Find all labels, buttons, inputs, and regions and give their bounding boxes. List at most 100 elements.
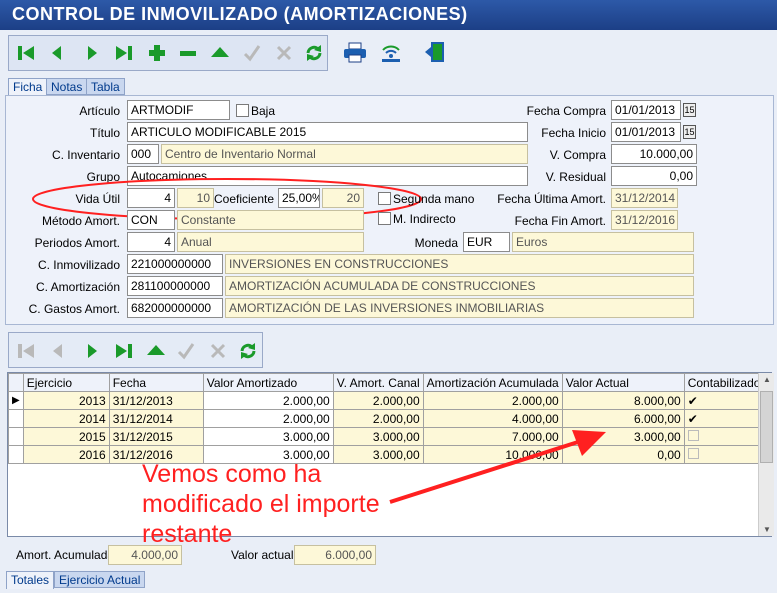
valor-actual-label: Valor actual bbox=[231, 548, 294, 562]
v-compra-field[interactable]: 10.000,00 bbox=[611, 144, 697, 164]
amort-acumulada-label: Amort. Acumulada bbox=[16, 548, 115, 562]
refresh-icon[interactable] bbox=[235, 338, 261, 364]
tab-tabla[interactable]: Tabla bbox=[86, 78, 125, 95]
fecha-compra-label: Fecha Compra bbox=[526, 104, 606, 118]
empty-checkbox bbox=[687, 429, 699, 441]
calendar-icon[interactable]: 15 bbox=[683, 103, 696, 117]
check-icon: ✔ bbox=[687, 411, 698, 426]
fecha-inicio-label: Fecha Inicio bbox=[541, 126, 606, 140]
fecha-compra-field[interactable]: 01/01/2013 bbox=[611, 100, 681, 120]
moneda-label: Moneda bbox=[414, 236, 458, 250]
prev-record-button[interactable] bbox=[44, 40, 70, 66]
scroll-thumb[interactable] bbox=[760, 391, 773, 463]
last-record-button[interactable] bbox=[111, 40, 137, 66]
contabilizado-checkbox[interactable] bbox=[683, 445, 765, 464]
moneda-code[interactable]: EUR bbox=[463, 232, 510, 252]
cell-fecha: 31/12/2013 bbox=[108, 391, 204, 410]
edit-button[interactable] bbox=[207, 40, 233, 66]
prev-record-button[interactable] bbox=[45, 338, 71, 364]
cancel-icon[interactable] bbox=[271, 40, 297, 66]
periodos-amort-name: Anual bbox=[177, 232, 364, 252]
c-inmovilizado-code[interactable]: 221000000000 bbox=[127, 254, 223, 274]
contabilizado-checkbox[interactable]: ✔ bbox=[683, 409, 765, 428]
last-record-button[interactable] bbox=[111, 338, 137, 364]
c-amortizacion-name: AMORTIZACIÓN ACUMULADA DE CONSTRUCCIONES bbox=[225, 276, 694, 296]
print-icon[interactable] bbox=[342, 39, 368, 65]
articulo-field[interactable]: ARTMODIF bbox=[127, 100, 230, 120]
row-indicator bbox=[8, 445, 24, 464]
periodos-amort-label: Periodos Amort. bbox=[34, 236, 120, 250]
segunda-mano-checkbox[interactable] bbox=[378, 192, 391, 205]
c-inmovilizado-label: C. Inmovilizado bbox=[37, 258, 120, 272]
add-button[interactable] bbox=[144, 40, 170, 66]
next-record-button[interactable] bbox=[79, 338, 105, 364]
c-gastos-amort-code[interactable]: 682000000000 bbox=[127, 298, 223, 318]
delete-button[interactable] bbox=[175, 40, 201, 66]
grid-toolbar bbox=[8, 332, 263, 368]
edit-button[interactable] bbox=[143, 338, 169, 364]
periodos-amort-field[interactable]: 4 bbox=[127, 232, 175, 252]
main-toolbar bbox=[8, 35, 328, 71]
c-inventario-name: Centro de Inventario Normal bbox=[161, 144, 528, 164]
c-inmovilizado-name: INVERSIONES EN CONSTRUCCIONES bbox=[225, 254, 694, 274]
vertical-scrollbar[interactable]: ▲ ▼ bbox=[758, 373, 774, 536]
check-icon: ✔ bbox=[687, 393, 698, 408]
empty-checkbox bbox=[687, 447, 699, 459]
baja-checkbox[interactable] bbox=[236, 104, 249, 117]
c-gastos-amort-name: AMORTIZACIÓN DE LAS INVERSIONES INMOBILI… bbox=[225, 298, 694, 318]
col-fecha[interactable]: Fecha bbox=[108, 373, 204, 392]
c-amortizacion-label: C. Amortización bbox=[35, 280, 120, 294]
c-amortizacion-code[interactable]: 281100000000 bbox=[127, 276, 223, 296]
contabilizado-checkbox[interactable] bbox=[683, 427, 765, 446]
row-indicator-header bbox=[8, 373, 24, 392]
m-indirecto-checkbox[interactable] bbox=[378, 212, 391, 225]
wireless-icon[interactable] bbox=[378, 39, 404, 65]
v-residual-field[interactable]: 0,00 bbox=[611, 166, 697, 186]
scroll-up-icon[interactable]: ▲ bbox=[763, 375, 771, 384]
fecha-inicio-field[interactable]: 01/01/2013 bbox=[611, 122, 681, 142]
c-inventario-code[interactable]: 000 bbox=[127, 144, 159, 164]
col-valor-amortizado[interactable]: Valor Amortizado bbox=[202, 373, 334, 392]
cell-ejercicio: 2015 bbox=[22, 427, 110, 446]
refresh-icon[interactable] bbox=[301, 40, 327, 66]
cell-ejercicio: 2013 bbox=[22, 391, 110, 410]
cell-valor-actual: 8.000,00 bbox=[561, 391, 685, 410]
cancel-icon[interactable] bbox=[205, 338, 231, 364]
tab-ejercicio-actual[interactable]: Ejercicio Actual bbox=[54, 571, 146, 588]
col-valor-actual[interactable]: Valor Actual bbox=[561, 373, 685, 392]
cell-fecha: 31/12/2014 bbox=[108, 409, 204, 428]
tab-totales[interactable]: Totales bbox=[6, 571, 55, 589]
tab-notas[interactable]: Notas bbox=[46, 78, 88, 95]
annotation-line-1: Vemos como ha bbox=[142, 460, 322, 488]
first-record-button[interactable] bbox=[13, 40, 39, 66]
exit-door-icon[interactable] bbox=[422, 39, 448, 65]
col-ejercicio[interactable]: Ejercicio bbox=[22, 373, 110, 392]
contabilizado-checkbox[interactable]: ✔ bbox=[683, 391, 765, 410]
cell-valor-amortizado[interactable]: 3.000,00 bbox=[202, 427, 334, 446]
v-residual-label: V. Residual bbox=[545, 170, 606, 184]
titulo-field[interactable]: ARTICULO MODIFICABLE 2015 bbox=[127, 122, 528, 142]
cell-v-amort-canal: 2.000,00 bbox=[332, 391, 424, 410]
table-row[interactable]: ▶ 2013 31/12/2013 2.000,00 2.000,00 2.00… bbox=[8, 391, 765, 410]
baja-label: Baja bbox=[251, 104, 276, 118]
col-v-amort-canal[interactable]: V. Amort. Canal bbox=[332, 373, 424, 392]
next-record-button[interactable] bbox=[79, 40, 105, 66]
cell-valor-amortizado[interactable]: 2.000,00 bbox=[202, 409, 334, 428]
titulo-label: Título bbox=[89, 126, 120, 140]
segunda-mano-label: Segunda mano bbox=[393, 192, 475, 206]
fecha-fin-amort-label: Fecha Fin Amort. bbox=[514, 214, 606, 228]
col-contabilizado[interactable]: Contabilizado bbox=[683, 373, 765, 392]
metodo-amort-code[interactable]: CON bbox=[127, 210, 175, 230]
cell-valor-amortizado[interactable]: 2.000,00 bbox=[202, 391, 334, 410]
tab-ficha[interactable]: Ficha bbox=[8, 78, 48, 96]
window-title: CONTROL DE INMOVILIZADO (AMORTIZACIONES) bbox=[0, 0, 777, 30]
accept-icon[interactable] bbox=[173, 338, 199, 364]
c-gastos-amort-label: C. Gastos Amort. bbox=[28, 302, 120, 316]
first-record-button[interactable] bbox=[13, 338, 39, 364]
v-compra-label: V. Compra bbox=[549, 148, 606, 162]
annotation-line-2: modificado el importe bbox=[142, 490, 380, 518]
calendar-icon[interactable]: 15 bbox=[683, 125, 696, 139]
scroll-down-icon[interactable]: ▼ bbox=[763, 525, 771, 534]
col-amortizacion-acumulada[interactable]: Amortización Acumulada bbox=[422, 373, 563, 392]
accept-icon[interactable] bbox=[239, 40, 265, 66]
